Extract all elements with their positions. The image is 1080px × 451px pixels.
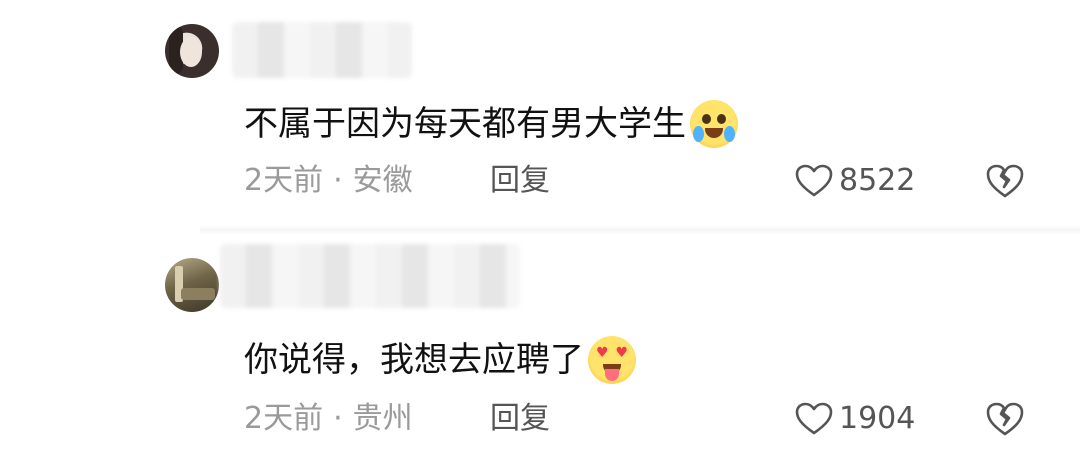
avatar[interactable]	[165, 24, 219, 78]
comment-text: 不属于因为每天都有男大学生	[244, 104, 686, 144]
like-button[interactable]: 1904	[795, 402, 915, 436]
comment-time: 2天前	[244, 163, 324, 198]
dislike-button[interactable]	[985, 401, 1025, 441]
comment-location: 贵州	[352, 401, 413, 436]
username-blurred[interactable]	[232, 22, 412, 78]
comment-item: 不属于因为每天都有男大学生 2天前 · 安徽 回复 8522	[0, 0, 1080, 225]
heart-outline-icon	[795, 402, 833, 435]
heart-outline-icon	[795, 164, 833, 197]
broken-heart-icon	[986, 402, 1024, 436]
laughing-crying-emoji	[690, 100, 738, 148]
avatar[interactable]	[165, 258, 219, 312]
separator-dot: ·	[333, 401, 343, 436]
dislike-button[interactable]	[985, 163, 1025, 203]
like-count: 8522	[839, 163, 916, 198]
reply-button[interactable]: 回复	[490, 166, 550, 196]
comment-text: 你说得，我想去应聘了	[244, 340, 584, 380]
comment-text-row: 你说得，我想去应聘了 ♥ ♥	[244, 336, 636, 384]
comment-meta: 2天前 · 贵州	[244, 404, 413, 434]
comment-meta: 2天前 · 安徽	[244, 166, 413, 196]
comment-time: 2天前	[244, 401, 324, 436]
broken-heart-icon	[986, 164, 1024, 198]
reply-button[interactable]: 回复	[490, 404, 550, 434]
separator-dot: ·	[333, 163, 343, 198]
comment-location: 安徽	[352, 163, 413, 198]
like-button[interactable]: 8522	[795, 164, 915, 198]
username-blurred[interactable]	[220, 244, 520, 308]
like-count: 1904	[839, 401, 916, 436]
comment-text-row: 不属于因为每天都有男大学生	[244, 100, 738, 148]
heart-eyes-tongue-emoji: ♥ ♥	[588, 336, 636, 384]
comment-item: 你说得，我想去应聘了 ♥ ♥ 2天前 · 贵州 回复 1904	[0, 232, 1080, 451]
